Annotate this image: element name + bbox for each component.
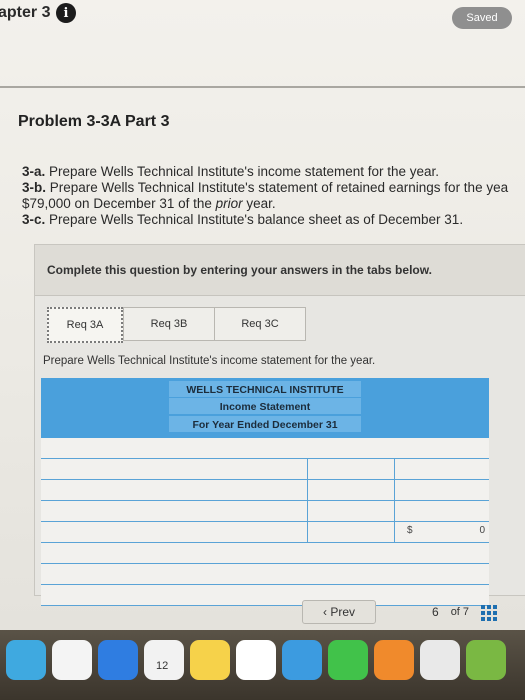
page-number[interactable]: 6	[432, 605, 439, 619]
income-statement-grid: $ 0	[41, 438, 489, 606]
table-row	[41, 564, 489, 585]
company-name: WELLS TECHNICAL INSTITUTE	[186, 384, 344, 396]
top-bar: apter 3 i Saved	[0, 0, 525, 40]
statement-period: For Year Ended December 31	[192, 419, 338, 431]
currency-symbol: $	[407, 525, 413, 536]
amount-input[interactable]	[308, 522, 395, 542]
page-total: of 7	[450, 606, 470, 618]
prev-button[interactable]: ‹ Prev	[302, 600, 376, 624]
label-input[interactable]	[41, 522, 308, 542]
chrome-icon[interactable]	[52, 640, 92, 680]
statement-name: Income Statement	[219, 401, 311, 413]
label-input[interactable]	[41, 438, 489, 458]
label-input[interactable]	[41, 480, 308, 500]
instruction-3a: 3-a. Prepare Wells Technical Institute's…	[22, 164, 440, 179]
header-divider	[0, 86, 525, 88]
instruction-3c: 3-c. Prepare Wells Technical Institute's…	[22, 212, 464, 227]
pager: ‹ Prev 6 of 7	[302, 600, 498, 624]
safari-icon[interactable]	[98, 640, 138, 680]
table-row	[41, 459, 489, 480]
notes-icon[interactable]	[190, 640, 230, 680]
grid-menu-icon[interactable]	[481, 605, 498, 621]
books-icon[interactable]	[374, 640, 414, 680]
table-row	[41, 438, 489, 459]
label-input[interactable]	[41, 543, 489, 563]
req-tabs: Req 3A Req 3B Req 3C	[47, 307, 306, 343]
info-icon[interactable]: i	[56, 3, 76, 23]
label-input[interactable]	[41, 459, 308, 479]
prev-label: Prev	[330, 605, 356, 619]
instruction-3b-cont: $79,000 on December 31 of the prior year…	[22, 196, 276, 211]
table-row-total: $ 0	[41, 522, 489, 543]
chevron-left-icon: ‹	[322, 605, 331, 619]
table-row	[41, 501, 489, 522]
app-store-icon[interactable]	[282, 640, 322, 680]
tab-req-3a[interactable]: Req 3A	[47, 307, 123, 343]
panel-header-text: Complete this question by entering your …	[47, 263, 432, 277]
browser-page: apter 3 i Saved Problem 3-3A Part 3 3-a.…	[0, 0, 525, 630]
maps-icon[interactable]	[466, 640, 506, 680]
amount-input[interactable]	[308, 480, 395, 500]
calendar-icon[interactable]: 12	[144, 640, 184, 680]
label-input[interactable]	[41, 564, 489, 584]
amount-input[interactable]	[308, 459, 395, 479]
photos-icon[interactable]	[236, 640, 276, 680]
amount-input[interactable]	[308, 501, 395, 521]
chapter-title: apter 3	[0, 4, 51, 21]
instruction-3b: 3-b. Prepare Wells Technical Institute's…	[22, 180, 509, 195]
problem-instructions: 3-a. Prepare Wells Technical Institute's…	[22, 164, 525, 228]
tab-prompt: Prepare Wells Technical Institute's inco…	[43, 355, 376, 367]
dock: 12	[0, 630, 525, 700]
calendar-day: 12	[156, 660, 169, 672]
settings-icon[interactable]	[420, 640, 460, 680]
total-value: 0	[479, 525, 485, 536]
app-icon[interactable]	[6, 640, 46, 680]
problem-title: Problem 3-3A Part 3	[18, 113, 170, 130]
total-input[interactable]: $ 0	[395, 522, 489, 542]
question-panel: Complete this question by entering your …	[34, 244, 525, 606]
label-input[interactable]	[41, 501, 308, 521]
panel-header: Complete this question by entering your …	[35, 245, 525, 296]
total-input[interactable]	[395, 501, 489, 521]
table-row	[41, 480, 489, 501]
messages-icon[interactable]	[328, 640, 368, 680]
statement-header: WELLS TECHNICAL INSTITUTE Income Stateme…	[41, 378, 489, 438]
total-input[interactable]	[395, 459, 489, 479]
table-row	[41, 543, 489, 564]
saved-status-badge: Saved	[452, 7, 512, 29]
tab-req-3b[interactable]: Req 3B	[123, 307, 215, 341]
tab-req-3c[interactable]: Req 3C	[215, 307, 306, 341]
total-input[interactable]	[395, 480, 489, 500]
